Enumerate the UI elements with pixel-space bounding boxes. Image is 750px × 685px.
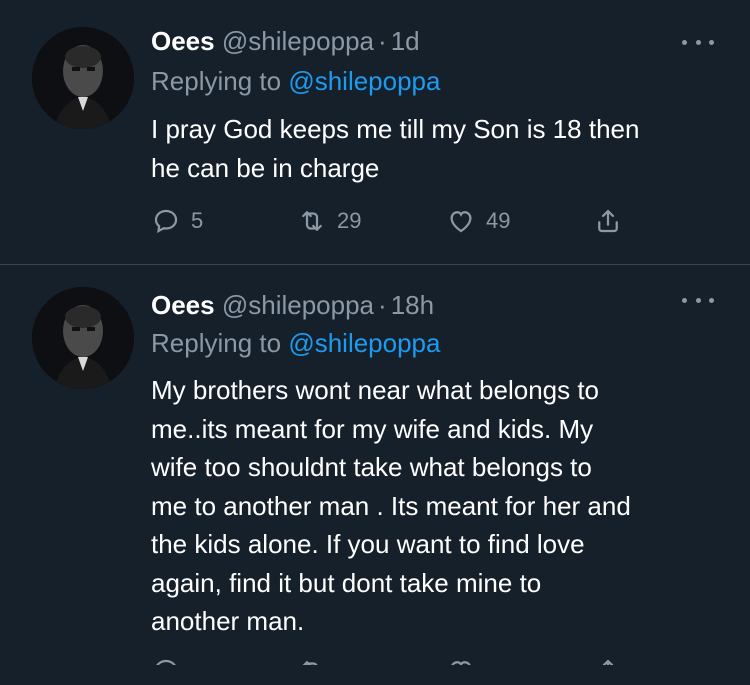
separator-dot: · bbox=[378, 26, 387, 56]
replying-to: Replying to @shilepoppa bbox=[151, 64, 440, 98]
more-icon[interactable] bbox=[682, 293, 714, 307]
tweet-actions: 5 29 49 bbox=[151, 203, 631, 239]
like-count: 49 bbox=[486, 208, 511, 233]
timestamp[interactable]: 18h bbox=[391, 290, 434, 320]
avatar[interactable] bbox=[32, 287, 134, 389]
share-icon bbox=[598, 209, 618, 233]
handle[interactable]: @shilepoppa bbox=[222, 290, 374, 320]
reply-count: 5 bbox=[191, 208, 204, 233]
reply-button[interactable]: 5 bbox=[151, 203, 203, 239]
heart-icon bbox=[450, 211, 472, 233]
replying-to: Replying to @shilepoppa bbox=[151, 326, 440, 360]
tweet-header: Oees @shilepoppa · 18h bbox=[151, 288, 434, 322]
tweet-text: I pray God keeps me till my Son is 18 th… bbox=[151, 114, 640, 183]
like-button[interactable] bbox=[446, 653, 476, 665]
display-name[interactable]: Oees bbox=[151, 26, 215, 56]
separator-dot: · bbox=[378, 290, 387, 320]
mention-link[interactable]: @shilepoppa bbox=[288, 66, 440, 96]
retweet-button[interactable] bbox=[297, 653, 327, 665]
retweet-button[interactable]: 29 bbox=[297, 203, 361, 239]
tweet-text: My brothers wont near what belongs to me… bbox=[151, 375, 631, 636]
tweet-header: Oees @shilepoppa · 1d bbox=[151, 24, 420, 58]
reply-button[interactable] bbox=[151, 653, 181, 665]
reply-icon bbox=[154, 209, 178, 234]
avatar[interactable] bbox=[32, 27, 134, 129]
retweet-icon bbox=[302, 211, 322, 231]
share-button[interactable] bbox=[593, 203, 623, 239]
tweet[interactable]: Oees @shilepoppa · 18h Replying to @shilep… bbox=[0, 265, 750, 685]
replying-to-label: Replying to bbox=[151, 66, 282, 96]
tweet-actions bbox=[151, 653, 631, 665]
replying-to-label: Replying to bbox=[151, 328, 282, 358]
like-button[interactable]: 49 bbox=[446, 203, 510, 239]
tweet[interactable]: Oees @shilepoppa · 1d Replying to @shilepo… bbox=[0, 0, 750, 265]
mention-link[interactable]: @shilepoppa bbox=[288, 328, 440, 358]
retweet-count: 29 bbox=[337, 208, 362, 233]
more-icon[interactable] bbox=[682, 35, 714, 49]
display-name[interactable]: Oees bbox=[151, 290, 215, 320]
share-button[interactable] bbox=[593, 653, 623, 665]
timestamp[interactable]: 1d bbox=[391, 26, 420, 56]
handle[interactable]: @shilepoppa bbox=[222, 26, 374, 56]
